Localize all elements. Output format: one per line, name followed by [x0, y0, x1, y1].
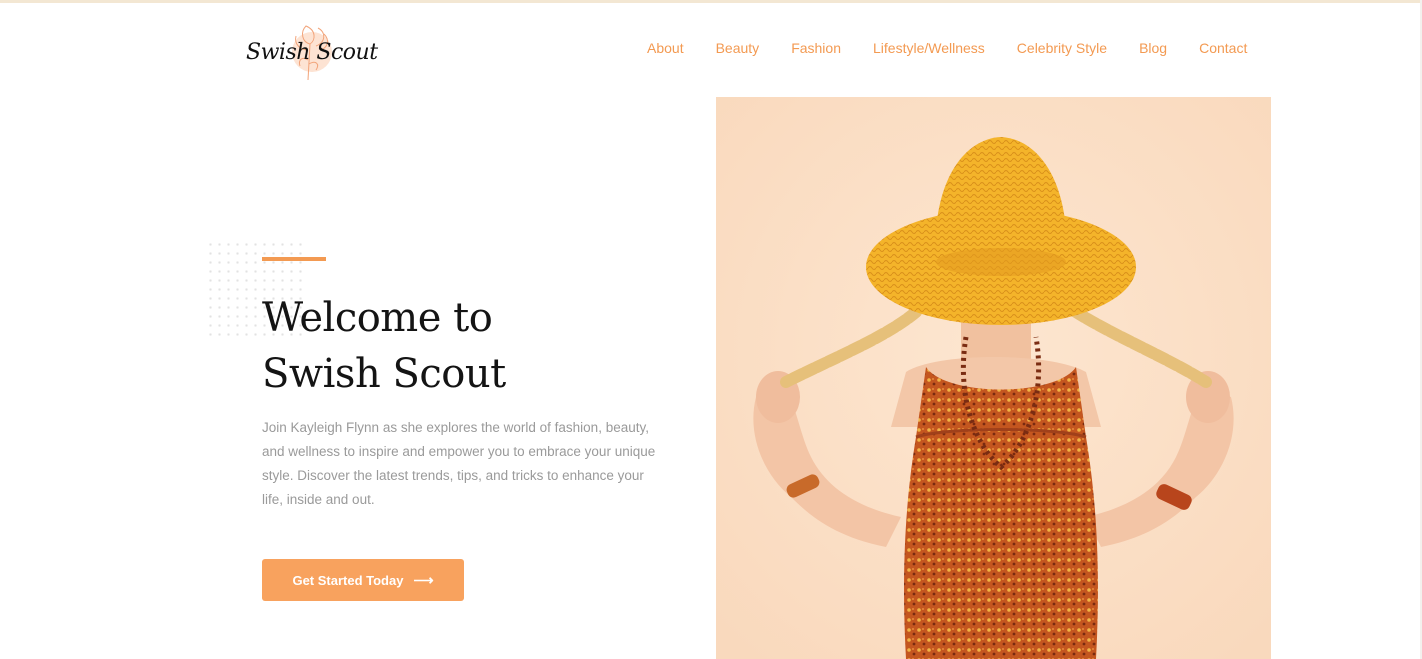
page: Swish Scout About Beauty Fashion Lifesty… [0, 0, 1422, 659]
woman-in-straw-hat-illustration [716, 97, 1271, 659]
hero-title-line-1: Welcome to [262, 295, 493, 341]
hero-title-line-2: Swish Scout [262, 351, 506, 397]
hero-description: Join Kayleigh Flynn as she explores the … [262, 420, 656, 507]
hero-title: Welcome to Swish Scout [262, 290, 682, 402]
nav-item-lifestyle-wellness[interactable]: Lifestyle/Wellness [873, 38, 985, 58]
nav-item-beauty[interactable]: Beauty [716, 38, 760, 58]
logo-text: Swish Scout [246, 40, 378, 65]
top-border [0, 0, 1422, 3]
site-logo[interactable]: Swish Scout [244, 14, 378, 88]
arrow-right-icon: ⟶ [413, 572, 434, 588]
get-started-label: Get Started Today [292, 572, 404, 588]
main-nav: About Beauty Fashion Lifestyle/Wellness … [647, 38, 1247, 58]
nav-item-blog[interactable]: Blog [1139, 38, 1167, 58]
get-started-button[interactable]: Get Started Today ⟶ [262, 559, 464, 601]
nav-item-about[interactable]: About [647, 38, 684, 58]
accent-bar [262, 257, 326, 261]
nav-item-fashion[interactable]: Fashion [791, 38, 841, 58]
hero-image [716, 97, 1271, 659]
nav-item-celebrity-style[interactable]: Celebrity Style [1017, 38, 1107, 58]
nav-item-contact[interactable]: Contact [1199, 38, 1247, 58]
